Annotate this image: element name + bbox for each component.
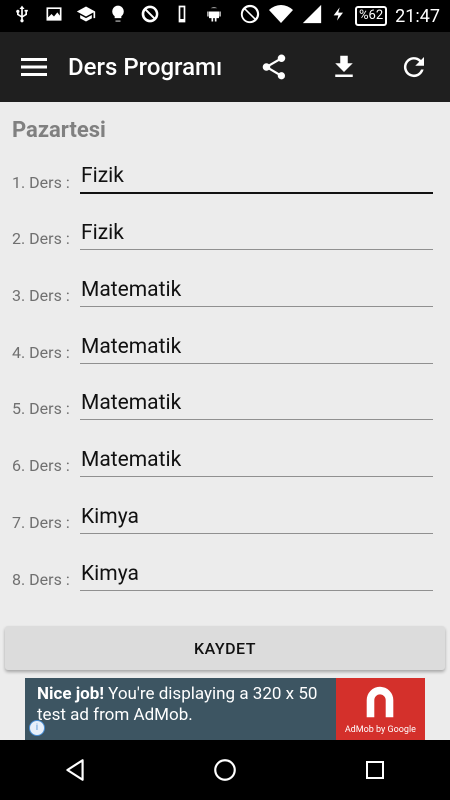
navigation-bar bbox=[0, 740, 450, 800]
save-button[interactable]: KAYDET bbox=[5, 626, 445, 670]
lesson-row: 2. Ders : Fizik bbox=[0, 206, 450, 263]
app-title: Ders Programı bbox=[68, 53, 223, 81]
day-title: Pazartesi bbox=[12, 118, 106, 143]
notification-icons bbox=[0, 4, 224, 28]
android-icon bbox=[204, 4, 224, 28]
lesson-input[interactable]: Kimya bbox=[80, 505, 433, 534]
hamburger-icon bbox=[21, 58, 47, 76]
app-bar-actions bbox=[254, 47, 450, 87]
admob-icon bbox=[367, 686, 394, 718]
lesson-label: 6. Ders : bbox=[12, 456, 70, 476]
home-icon bbox=[214, 759, 236, 781]
download-button[interactable] bbox=[324, 47, 364, 87]
image-icon bbox=[44, 4, 64, 28]
back-button[interactable] bbox=[50, 745, 100, 795]
recents-button[interactable] bbox=[350, 745, 400, 795]
lesson-input[interactable]: Fizik bbox=[80, 221, 433, 251]
ad-text: Nice job! You're displaying a 320 x 50 t… bbox=[25, 678, 336, 740]
lesson-row: 7. Ders : Kimya bbox=[0, 489, 450, 546]
system-icons: %62 21:47 bbox=[239, 2, 450, 30]
lesson-label: 1. Ders : bbox=[12, 172, 70, 192]
lesson-label: 7. Ders : bbox=[12, 512, 70, 532]
lesson-label: 8. Ders : bbox=[12, 569, 70, 589]
wifi-icon bbox=[269, 2, 294, 30]
ad-info-icon[interactable]: i bbox=[29, 720, 45, 736]
recents-icon bbox=[366, 761, 384, 779]
ad-headline: Nice job! bbox=[37, 684, 104, 704]
signal-icon bbox=[301, 3, 323, 29]
lesson-row: 6. Ders : Matematik bbox=[0, 432, 450, 489]
do-not-disturb-icon bbox=[239, 3, 261, 29]
lesson-input[interactable]: Kimya bbox=[80, 562, 433, 591]
admob-logo: AdMob by Google bbox=[335, 678, 425, 740]
lesson-row: 3. Ders : Matematik bbox=[0, 262, 450, 319]
lesson-label: 5. Ders : bbox=[12, 399, 70, 419]
lightbulb-icon bbox=[108, 4, 128, 28]
lesson-label: 2. Ders : bbox=[12, 229, 70, 249]
charging-icon bbox=[331, 4, 347, 28]
download-icon bbox=[335, 55, 353, 77]
lesson-row: 1. Ders : Fizik bbox=[0, 149, 450, 206]
lesson-label: 4. Ders : bbox=[12, 342, 70, 362]
back-icon bbox=[66, 759, 84, 781]
refresh-icon bbox=[403, 57, 424, 78]
lesson-row: 4. Ders : Matematik bbox=[0, 319, 450, 376]
ad-banner[interactable]: Nice job! You're displaying a 320 x 50 t… bbox=[25, 678, 425, 740]
lesson-input[interactable]: Matematik bbox=[80, 448, 433, 478]
schedule-form: Pazartesi 1. Ders : Fizik 2. Ders : Fizi… bbox=[0, 102, 450, 603]
battery-indicator: %62 bbox=[355, 6, 388, 26]
lesson-input[interactable]: Matematik bbox=[80, 391, 433, 421]
menu-button[interactable] bbox=[20, 53, 48, 81]
phone-vibrate-icon bbox=[172, 4, 192, 28]
lesson-label: 3. Ders : bbox=[12, 286, 70, 306]
app-bar: Ders Programı bbox=[0, 32, 450, 102]
refresh-button[interactable] bbox=[394, 47, 434, 87]
lesson-input[interactable]: Fizik bbox=[80, 164, 433, 194]
clock: 21:47 bbox=[395, 5, 440, 27]
lesson-input[interactable]: Matematik bbox=[80, 278, 433, 308]
graduation-cap-icon bbox=[76, 4, 96, 28]
usb-icon bbox=[12, 4, 32, 28]
admob-caption: AdMob by Google bbox=[344, 725, 416, 735]
home-button[interactable] bbox=[200, 745, 250, 795]
lesson-row: 8. Ders : Kimya bbox=[0, 546, 450, 603]
sync-disabled-icon bbox=[140, 4, 160, 28]
lesson-row: 5. Ders : Matematik bbox=[0, 376, 450, 433]
share-icon bbox=[262, 54, 286, 80]
status-bar: %62 21:47 bbox=[0, 0, 450, 32]
lesson-input[interactable]: Matematik bbox=[80, 335, 433, 364]
share-button[interactable] bbox=[254, 47, 294, 87]
